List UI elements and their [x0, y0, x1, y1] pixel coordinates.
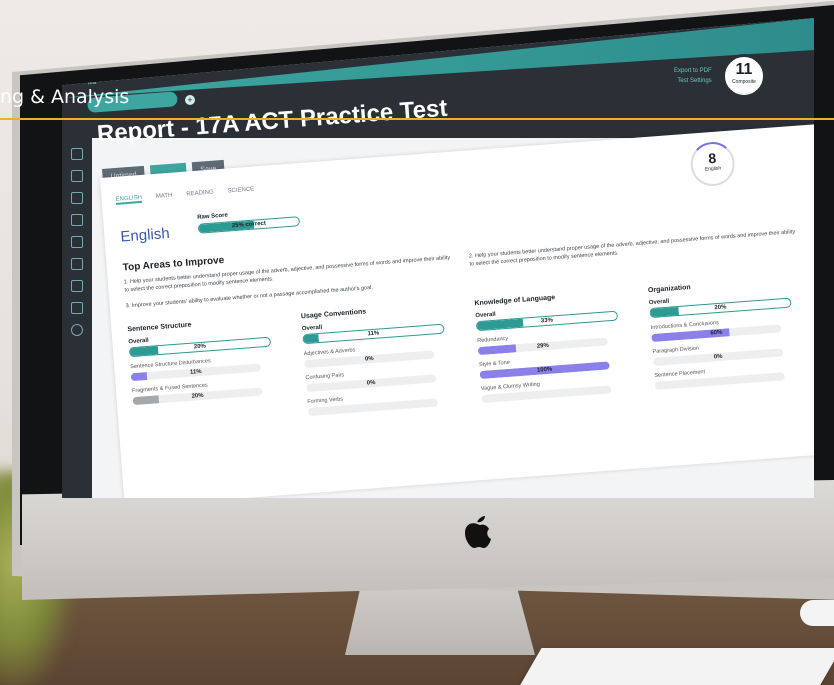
- category-column: Sentence Structure Overall 20% Sentence Str…: [127, 315, 283, 406]
- category-column: Knowledge of Language Overall 33% Redundanc…: [474, 289, 631, 403]
- tab-reading[interactable]: READING: [186, 190, 214, 200]
- tab-english[interactable]: ENGLISH: [115, 194, 143, 205]
- improve-tip-2: 2. Help your students better understand …: [468, 229, 796, 268]
- sidebar-item-icon[interactable]: [71, 302, 83, 314]
- overlay-title: ng & Analysis: [0, 86, 130, 108]
- export-pdf-link[interactable]: Export to PDF: [674, 66, 712, 76]
- sidebar-item-icon[interactable]: [71, 280, 83, 292]
- section-title: English: [119, 224, 171, 246]
- composite-value: 11: [735, 61, 753, 78]
- english-score: 8 English: [689, 140, 737, 188]
- subcategory-bar-fill: [307, 408, 309, 417]
- app-screen: Test + Export to PDF Test Settings 11 Co…: [62, 18, 814, 498]
- category-column: Usage Conventions Overall 11% Adjectives & …: [301, 302, 458, 417]
- sidebar-item-icon[interactable]: [71, 236, 83, 248]
- top-areas-title: Top Areas to Improve: [122, 254, 225, 274]
- tab-science[interactable]: SCIENCE: [227, 186, 254, 196]
- tab-math[interactable]: MATH: [156, 193, 173, 202]
- help-icon[interactable]: [71, 324, 83, 336]
- subject-tabs: ENGLISH MATH READING SCIENCE: [115, 186, 254, 205]
- sidebar: [62, 138, 92, 498]
- sidebar-home-icon[interactable]: [71, 148, 83, 160]
- composite-label: Composite: [732, 79, 756, 85]
- apple-logo-icon: [465, 516, 491, 548]
- subcategory-bar-fill: [654, 381, 656, 390]
- composite-score: 11 Composite: [722, 54, 766, 98]
- keyboard: [518, 648, 834, 685]
- sidebar-item-icon[interactable]: [71, 214, 83, 226]
- sidebar-item-icon[interactable]: [71, 258, 83, 270]
- test-settings-link[interactable]: Test Settings: [674, 76, 711, 86]
- sidebar-item-icon[interactable]: [71, 170, 83, 182]
- overlay-rule: [0, 118, 834, 120]
- sidebar-item-icon[interactable]: [71, 192, 83, 204]
- photo-scene: Test + Export to PDF Test Settings 11 Co…: [0, 0, 834, 685]
- mouse: [800, 600, 834, 626]
- raw-score: Raw Score 25% correct: [197, 207, 301, 234]
- add-test-icon[interactable]: +: [185, 95, 195, 105]
- category-column: Organization Overall 20% Introductions & Co…: [648, 276, 805, 390]
- subcategory-bar-fill: [481, 395, 482, 403]
- report-card: ENGLISH MATH READING SCIENCE 8 English E…: [100, 124, 814, 498]
- header-actions: Export to PDF Test Settings: [674, 66, 712, 86]
